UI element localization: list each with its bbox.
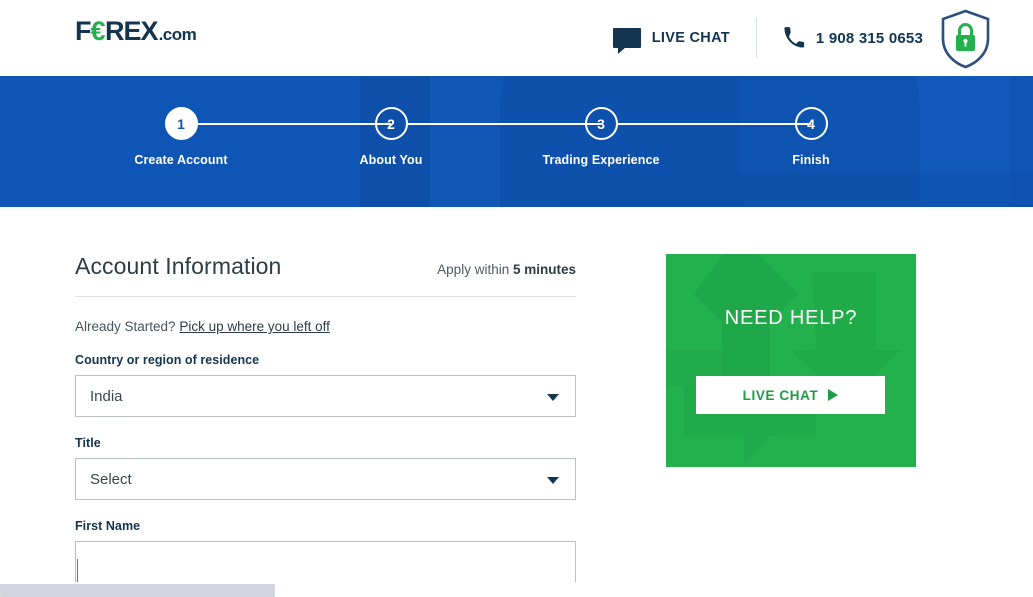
progress-stepper-band: 1 Create Account 2 About You 3 Trading E… [0, 76, 1033, 207]
shield-lock-icon [941, 9, 990, 69]
stepper-step-4-label: Finish [792, 153, 830, 167]
stepper-step-2-label: About You [359, 153, 423, 167]
title-select-value: Select [90, 470, 132, 488]
forex-logo[interactable]: F € REX .com [75, 16, 197, 46]
stepper-step-3-circle: 3 [584, 107, 618, 140]
need-help-panel: NEED HELP? LIVE CHAT [666, 254, 916, 467]
horizontal-scrollbar-thumb[interactable] [0, 584, 275, 597]
form-header: Account Information Apply within 5 minut… [75, 253, 576, 297]
secure-badge [938, 8, 993, 75]
field-country-label: Country or region of residence [75, 353, 260, 367]
first-name-input[interactable] [75, 541, 576, 583]
stepper-line-1 [197, 123, 391, 125]
resume-application-row: Already Started? Pick up where you left … [75, 319, 576, 334]
chevron-down-icon [547, 394, 559, 401]
header-phone-number: 1 908 315 0653 [815, 29, 923, 47]
logo-text-rex: REX [105, 16, 159, 46]
horizontal-scrollbar[interactable] [0, 582, 1033, 597]
field-first-name: First Name [75, 519, 576, 583]
stepper-line-3 [617, 123, 811, 125]
header-live-chat-link[interactable]: LIVE CHAT [612, 28, 730, 54]
panel-live-chat-label: LIVE CHAT [742, 387, 819, 403]
play-arrow-icon [828, 389, 839, 401]
stepper-step-3-label: Trading Experience [542, 153, 660, 167]
title-select[interactable]: Select [75, 458, 576, 500]
phone-icon [784, 27, 805, 48]
account-information-form: Account Information Apply within 5 minut… [75, 253, 576, 583]
country-select[interactable]: India [75, 375, 576, 417]
pick-up-where-you-left-off-link[interactable]: Pick up where you left off [179, 319, 330, 334]
apply-within-duration: 5 minutes [512, 262, 576, 277]
stepper-step-4-number: 4 [807, 115, 815, 132]
stepper-step-1[interactable]: 1 Create Account [81, 107, 281, 167]
apply-within-note: Apply within 5 minutes [437, 262, 576, 277]
apply-within-prefix: Apply within [437, 262, 513, 277]
help-panel-watermark [666, 254, 916, 467]
panel-live-chat-button[interactable]: LIVE CHAT [696, 376, 885, 414]
stepper-step-2[interactable]: 2 About You [291, 107, 491, 167]
page-title: Account Information [75, 253, 282, 279]
field-country-of-residence: Country or region of residence India [75, 353, 576, 417]
stepper-step-3[interactable]: 3 Trading Experience [501, 107, 701, 167]
stepper-step-1-label: Create Account [134, 153, 228, 167]
chat-bubble-icon [612, 28, 641, 54]
already-started-text: Already Started? [75, 319, 180, 334]
header-divider [755, 18, 757, 58]
field-first-name-label: First Name [75, 519, 141, 533]
stepper-step-4[interactable]: 4 Finish [711, 107, 911, 167]
stepper-step-2-circle: 2 [374, 107, 408, 140]
logo-text-f: F [75, 16, 91, 46]
stepper-line-2 [407, 123, 601, 125]
country-select-value: India [90, 387, 123, 405]
header-live-chat-label: LIVE CHAT [651, 30, 730, 46]
need-help-title: NEED HELP? [724, 307, 858, 329]
stepper-step-1-number: 1 [177, 115, 185, 132]
site-header: F € REX .com LIVE CHAT 1 908 315 0653 [0, 0, 1033, 76]
logo-euro-glyph: € [90, 16, 106, 46]
stepper-step-3-number: 3 [597, 115, 605, 132]
stepper-step-2-number: 2 [387, 115, 395, 132]
chevron-down-icon [547, 477, 559, 484]
header-actions: LIVE CHAT 1 908 315 0653 [612, 0, 923, 76]
stepper: 1 Create Account 2 About You 3 Trading E… [0, 107, 1033, 197]
stepper-step-1-circle: 1 [164, 107, 198, 140]
stepper-step-4-circle: 4 [794, 107, 828, 140]
field-title: Title Select [75, 436, 576, 500]
header-phone-link[interactable]: 1 908 315 0653 [783, 27, 923, 49]
field-title-label: Title [75, 436, 101, 450]
logo-dotcom: .com [158, 25, 197, 44]
